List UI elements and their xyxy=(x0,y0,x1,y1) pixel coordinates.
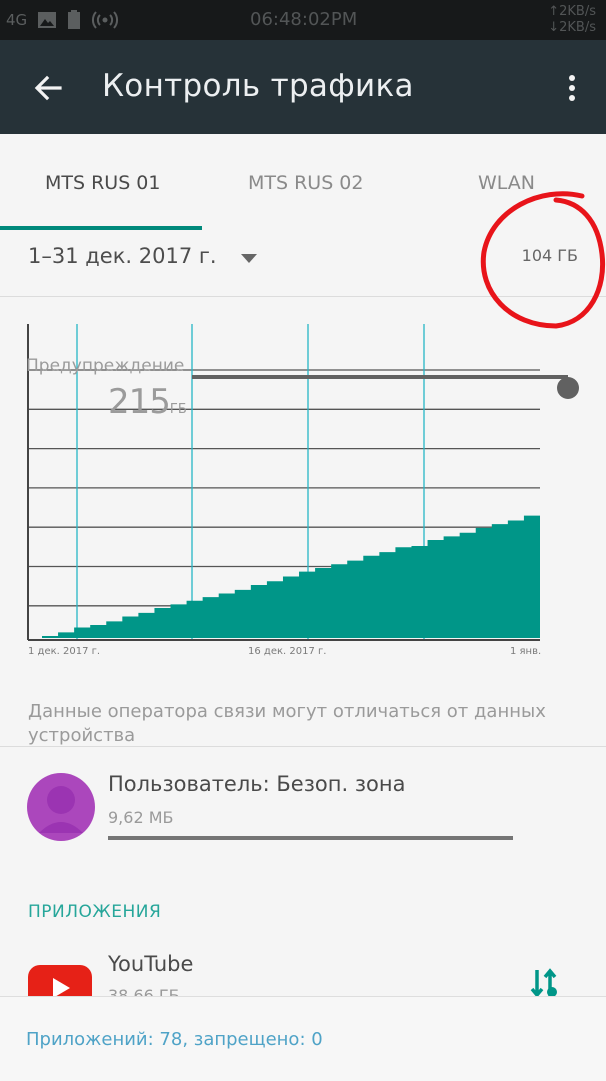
apps-summary-link[interactable]: Приложений: 78, запрещено: 0 xyxy=(26,1029,323,1050)
tab-mts-rus-01[interactable]: MTS RUS 01 xyxy=(45,172,160,194)
period-row: 1–31 дек. 2017 г. 104 ГБ xyxy=(0,230,606,297)
page-title: Контроль трафика xyxy=(102,68,414,104)
hotspot-icon xyxy=(92,11,119,29)
period-dropdown[interactable]: 1–31 дек. 2017 г. xyxy=(28,244,217,268)
tab-mts-rus-02[interactable]: MTS RUS 02 xyxy=(248,172,363,194)
list-item[interactable]: YouTube 38,66 ГБ xyxy=(0,940,606,996)
x-tick-label: 1 янв. xyxy=(510,646,542,657)
user-size: 9,62 МБ xyxy=(108,808,174,827)
status-time: 06:48:02PM xyxy=(250,9,358,30)
usage-chart: Предупреждение 215ГБ 1 дек. 2017 г. 16 д… xyxy=(0,300,606,670)
status-icons: 4G xyxy=(6,10,119,30)
data-transfer-icon[interactable] xyxy=(528,968,564,996)
sim-tabs: MTS RUS 01 MTS RUS 02 WLAN xyxy=(0,134,606,230)
usage-area xyxy=(42,509,540,638)
app-bar: Контроль трафика xyxy=(0,40,606,134)
warning-handle[interactable] xyxy=(557,377,579,399)
download-speed: ↓2KB/s xyxy=(548,20,596,35)
upload-speed: ↑2KB/s xyxy=(548,4,596,19)
apps-section-header: ПРИЛОЖЕНИЯ xyxy=(28,902,162,922)
dropdown-caret-icon[interactable] xyxy=(240,252,258,264)
user-usage-row[interactable]: Пользователь: Безоп. зона 9,62 МБ xyxy=(0,748,606,858)
image-icon xyxy=(38,12,57,28)
app-name: YouTube xyxy=(108,952,194,976)
user-name: Пользователь: Безоп. зона xyxy=(108,772,406,796)
warning-label: Предупреждение xyxy=(26,356,185,376)
footer-bar: Приложений: 78, запрещено: 0 xyxy=(0,996,606,1081)
app-size: 38,66 ГБ xyxy=(108,986,180,996)
arrow-back-icon[interactable] xyxy=(28,68,68,108)
total-usage: 104 ГБ xyxy=(521,246,578,265)
more-vert-icon[interactable] xyxy=(560,68,584,108)
x-tick-label: 16 дек. 2017 г. xyxy=(248,646,327,657)
divider xyxy=(0,746,606,747)
youtube-icon xyxy=(28,965,92,996)
user-usage-bar xyxy=(108,836,513,840)
battery-icon xyxy=(68,10,81,29)
network-type: 4G xyxy=(6,11,28,29)
carrier-note: Данные оператора связи могут отличаться … xyxy=(28,701,546,746)
status-bar: 4G 06:48:02PM ↑2KB/s ↓2KB/s xyxy=(0,0,606,40)
warning-number: 215 xyxy=(108,382,171,422)
user-avatar-icon xyxy=(27,773,95,841)
network-speed: ↑2KB/s ↓2KB/s xyxy=(548,4,596,36)
warning-value[interactable]: 215ГБ xyxy=(108,382,187,422)
x-tick-label: 1 дек. 2017 г. xyxy=(28,646,101,657)
warning-unit: ГБ xyxy=(169,402,187,417)
tab-wlan[interactable]: WLAN xyxy=(478,172,535,194)
